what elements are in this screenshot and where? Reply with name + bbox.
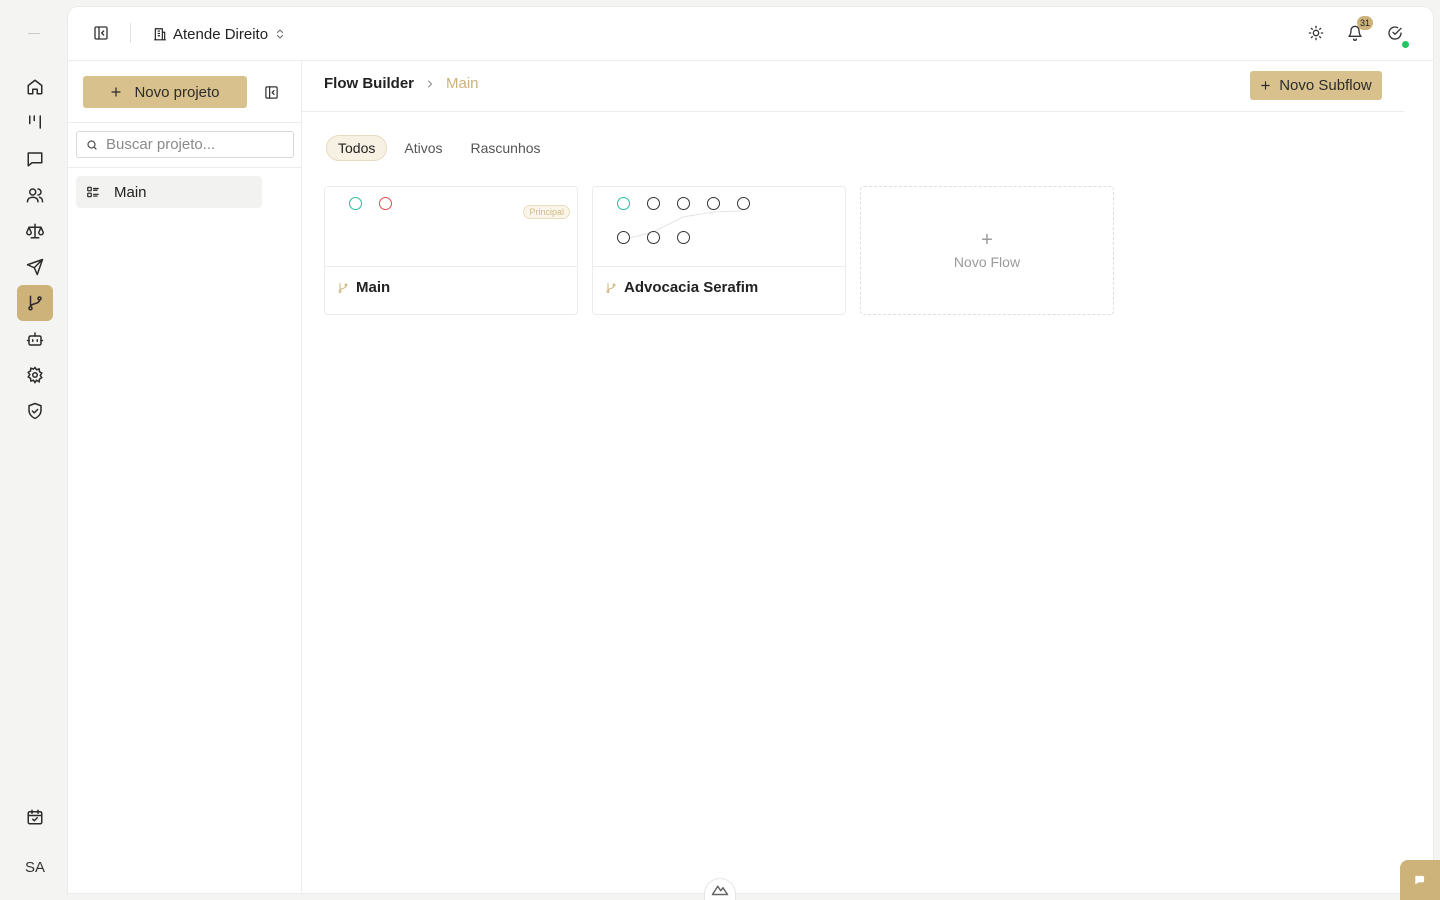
principal-badge: Principal bbox=[523, 205, 570, 219]
new-project-label: Novo projeto bbox=[134, 83, 220, 101]
list-icon bbox=[86, 185, 100, 199]
home-icon bbox=[26, 78, 44, 96]
flow-node bbox=[737, 197, 750, 210]
building-icon bbox=[153, 27, 167, 41]
chevron-right-icon bbox=[424, 78, 436, 90]
flow-preview bbox=[593, 187, 845, 267]
plus-icon: + bbox=[981, 228, 993, 251]
kanban-icon bbox=[26, 113, 44, 131]
nav-contacts[interactable] bbox=[17, 177, 53, 213]
divider bbox=[68, 122, 301, 123]
nav-settings[interactable] bbox=[17, 357, 53, 393]
nav-home[interactable] bbox=[17, 69, 53, 105]
users-icon bbox=[26, 186, 44, 204]
flow-node bbox=[617, 231, 630, 244]
tab-ativos[interactable]: Ativos bbox=[393, 135, 453, 161]
plus-icon bbox=[1260, 80, 1271, 91]
chat-bubble-icon bbox=[1413, 873, 1427, 887]
flow-node bbox=[647, 197, 660, 210]
nav-calendar[interactable] bbox=[17, 799, 53, 835]
flow-card-advocacia-serafim[interactable]: Advocacia Serafim bbox=[592, 186, 846, 315]
plus-icon bbox=[110, 86, 122, 98]
nav-chats[interactable] bbox=[17, 141, 53, 177]
new-subflow-button[interactable]: Novo Subflow bbox=[1250, 71, 1382, 100]
sidebar-collapse-icon[interactable] bbox=[93, 25, 109, 41]
flow-card-footer: Advocacia Serafim bbox=[605, 279, 758, 296]
project-item-label: Main bbox=[114, 183, 147, 201]
calendar-check-icon bbox=[26, 808, 44, 826]
flow-node bbox=[677, 197, 690, 210]
nav-bots[interactable] bbox=[17, 321, 53, 357]
flow-node-end bbox=[379, 197, 392, 210]
notification-badge: 31 bbox=[1357, 16, 1374, 30]
tab-todos[interactable]: Todos bbox=[326, 135, 388, 161]
divider bbox=[68, 167, 301, 168]
nav-flow-builder[interactable] bbox=[17, 285, 53, 321]
bot-icon bbox=[26, 330, 44, 348]
breadcrumb: Flow Builder Main bbox=[324, 75, 479, 92]
flow-node bbox=[677, 231, 690, 244]
breadcrumb-root[interactable]: Flow Builder bbox=[324, 75, 414, 92]
divider bbox=[302, 111, 1404, 112]
nav-kanban[interactable] bbox=[17, 104, 53, 140]
tab-rascunhos[interactable]: Rascunhos bbox=[459, 135, 551, 161]
git-branch-icon bbox=[337, 282, 349, 294]
nav-legal[interactable] bbox=[17, 213, 53, 249]
top-bar: Atende Direito 31 bbox=[68, 7, 1433, 61]
workspace-name: Atende Direito bbox=[173, 25, 269, 43]
flow-card-main[interactable]: Principal Main bbox=[324, 186, 578, 315]
flow-preview: Principal bbox=[325, 187, 577, 267]
flow-card-footer: Main bbox=[337, 279, 390, 296]
nav-campaigns[interactable] bbox=[17, 249, 53, 285]
flow-node-start bbox=[617, 197, 630, 210]
search-icon bbox=[86, 139, 98, 151]
message-icon bbox=[26, 150, 44, 168]
new-flow-card[interactable]: + Novo Flow bbox=[860, 186, 1114, 315]
chevrons-up-down-icon bbox=[274, 28, 286, 40]
user-avatar[interactable]: SA bbox=[17, 850, 53, 884]
panel-collapse-icon[interactable] bbox=[264, 85, 279, 100]
scale-icon bbox=[26, 222, 44, 240]
flow-node bbox=[647, 231, 660, 244]
new-project-button[interactable]: Novo projeto bbox=[83, 76, 247, 108]
logo-placeholder bbox=[28, 33, 40, 34]
flow-node-start bbox=[349, 197, 362, 210]
nav-rail: SA bbox=[0, 0, 68, 900]
flow-node bbox=[707, 197, 720, 210]
flow-edges bbox=[629, 210, 744, 239]
main-panel: Atende Direito 31 Novo projeto Buscar pr… bbox=[68, 7, 1433, 893]
projects-sidebar: Novo projeto Main bbox=[68, 61, 302, 893]
divider bbox=[130, 23, 131, 43]
new-subflow-label: Novo Subflow bbox=[1279, 77, 1372, 94]
chat-widget-button[interactable] bbox=[1400, 860, 1440, 900]
breadcrumb-current: Main bbox=[446, 75, 479, 92]
filter-tabs: Todos Ativos Rascunhos bbox=[326, 135, 552, 161]
new-flow-label: Novo Flow bbox=[953, 253, 1021, 270]
flows-content: Flow Builder Main Novo Subflow Todos Ati… bbox=[302, 61, 1433, 893]
project-search[interactable] bbox=[76, 131, 294, 158]
send-icon bbox=[26, 258, 44, 276]
search-input[interactable] bbox=[106, 136, 286, 153]
project-item-main[interactable]: Main bbox=[76, 176, 262, 208]
theme-toggle-sun-icon[interactable] bbox=[1308, 25, 1324, 41]
flow-name: Main bbox=[356, 279, 391, 296]
mountain-logo-icon bbox=[711, 884, 729, 896]
flow-name: Advocacia Serafim bbox=[624, 279, 759, 296]
nav-security[interactable] bbox=[17, 393, 53, 429]
workspace-switcher[interactable]: Atende Direito bbox=[153, 21, 286, 47]
shield-check-icon bbox=[26, 402, 44, 420]
git-branch-icon bbox=[26, 294, 44, 312]
git-branch-icon bbox=[605, 282, 617, 294]
gear-icon bbox=[26, 366, 44, 384]
online-status-dot bbox=[1402, 41, 1409, 48]
check-circle-icon[interactable] bbox=[1387, 25, 1403, 41]
